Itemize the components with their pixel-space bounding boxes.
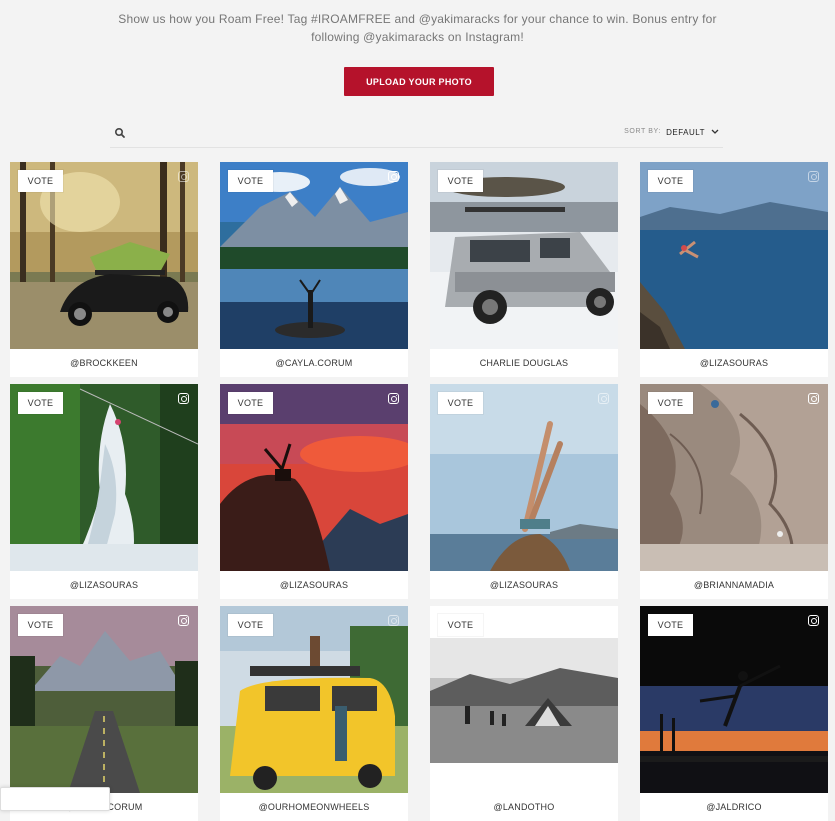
instagram-icon[interactable] [388, 615, 399, 626]
instagram-icon[interactable] [388, 393, 399, 404]
gallery-card[interactable]: VOTE CHARLIE DOUGLAS [430, 162, 618, 377]
gallery-photo[interactable]: VOTE [430, 162, 618, 349]
instagram-icon[interactable] [178, 171, 189, 182]
vote-button[interactable]: VOTE [438, 614, 483, 636]
vote-button[interactable]: VOTE [648, 392, 693, 414]
sort-value: DEFAULT [666, 127, 705, 137]
instagram-icon[interactable] [178, 393, 189, 404]
card-caption[interactable]: @BROCKKEEN [10, 349, 198, 377]
card-caption[interactable]: @OURHOMEONWHEELS [220, 793, 408, 821]
instagram-icon[interactable] [598, 393, 609, 404]
gallery-card[interactable]: VOTE @LIZASOURAS [640, 162, 828, 377]
card-caption[interactable]: @LIZASOURAS [640, 349, 828, 377]
card-caption[interactable]: @LIZASOURAS [220, 571, 408, 599]
card-caption[interactable]: CHARLIE DOUGLAS [430, 349, 618, 377]
gallery-card[interactable]: VOTE @LIZASOURAS [430, 384, 618, 599]
card-caption[interactable]: @LIZASOURAS [10, 571, 198, 599]
instagram-icon[interactable] [808, 171, 819, 182]
gallery-photo[interactable]: VOTE [10, 384, 198, 571]
gallery-card[interactable]: VOTE @OURHOMEONWHEELS [220, 606, 408, 821]
gallery-photo[interactable]: VOTE [430, 384, 618, 571]
instagram-icon[interactable] [808, 393, 819, 404]
floating-widget[interactable] [0, 787, 110, 811]
sort-dropdown[interactable]: DEFAULT [666, 125, 719, 139]
vote-button[interactable]: VOTE [438, 392, 483, 414]
card-caption[interactable]: @LIZASOURAS [430, 571, 618, 599]
vote-button[interactable]: VOTE [648, 170, 693, 192]
gallery-card[interactable]: VOTE @LIZASOURAS [10, 384, 198, 599]
instagram-icon[interactable] [178, 615, 189, 626]
gallery-photo[interactable]: VOTE [640, 384, 828, 571]
vote-button[interactable]: VOTE [648, 614, 693, 636]
chevron-down-icon [711, 129, 719, 134]
vote-button[interactable]: VOTE [18, 392, 63, 414]
gallery-card[interactable]: VOTE @BROCKKEEN [10, 162, 198, 377]
gallery-card[interactable]: VOTE @LIZASOURAS [220, 384, 408, 599]
instagram-icon[interactable] [388, 171, 399, 182]
vote-button[interactable]: VOTE [18, 170, 63, 192]
card-caption[interactable]: @LANDOTHO [430, 793, 618, 821]
gallery-card[interactable]: VOTE @JALDRICO [640, 606, 828, 821]
gallery-photo[interactable]: VOTE [220, 384, 408, 571]
gallery-photo[interactable]: VOTE [220, 162, 408, 349]
search-icon[interactable] [114, 127, 126, 139]
upload-photo-button[interactable]: UPLOAD YOUR PHOTO [344, 67, 494, 96]
vote-button[interactable]: VOTE [18, 614, 63, 636]
intro-line-2: following @yakimaracks on Instagram! [311, 30, 524, 44]
intro-line-1: Show us how you Roam Free! Tag #IROAMFRE… [118, 12, 717, 26]
gallery-photo[interactable]: VOTE [10, 162, 198, 349]
gallery-photo[interactable]: VOTE [640, 606, 828, 793]
sort-label: SORT BY: [624, 128, 661, 135]
card-caption[interactable]: @BRIANNAMADIA [640, 571, 828, 599]
gallery-card[interactable]: VOTE @LANDOTHO [430, 606, 618, 821]
vote-button[interactable]: VOTE [228, 392, 273, 414]
card-caption[interactable]: @JALDRICO [640, 793, 828, 821]
vote-button[interactable]: VOTE [438, 170, 483, 192]
gallery-photo[interactable]: VOTE [640, 162, 828, 349]
card-caption[interactable]: @CAYLA.CORUM [220, 349, 408, 377]
gallery-photo[interactable]: VOTE [10, 606, 198, 793]
gallery-photo[interactable]: VOTE [220, 606, 408, 793]
intro-text: Show us how you Roam Free! Tag #IROAMFRE… [0, 10, 835, 46]
gallery-toolbar: SORT BY: DEFAULT [110, 122, 723, 148]
gallery-card[interactable]: VOTE @CAYLA.CORUM [220, 162, 408, 377]
vote-button[interactable]: VOTE [228, 614, 273, 636]
gallery-card[interactable]: VOTE @BRIANNAMADIA [640, 384, 828, 599]
vote-button[interactable]: VOTE [228, 170, 273, 192]
instagram-icon[interactable] [808, 615, 819, 626]
gallery-photo[interactable]: VOTE [430, 606, 618, 793]
